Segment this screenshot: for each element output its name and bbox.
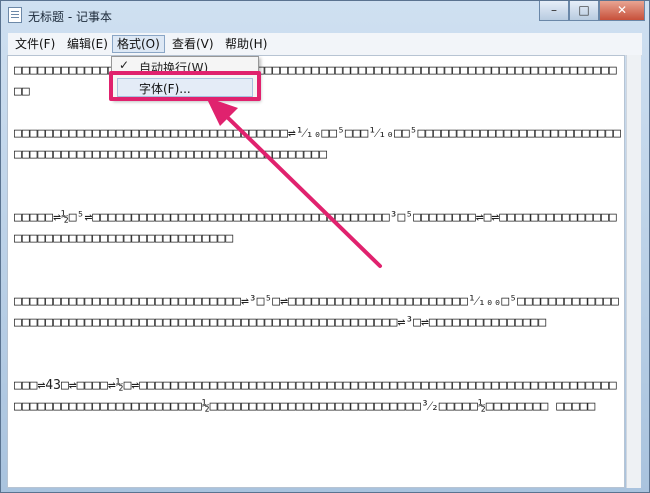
pointer-arrow — [206, 97, 382, 268]
